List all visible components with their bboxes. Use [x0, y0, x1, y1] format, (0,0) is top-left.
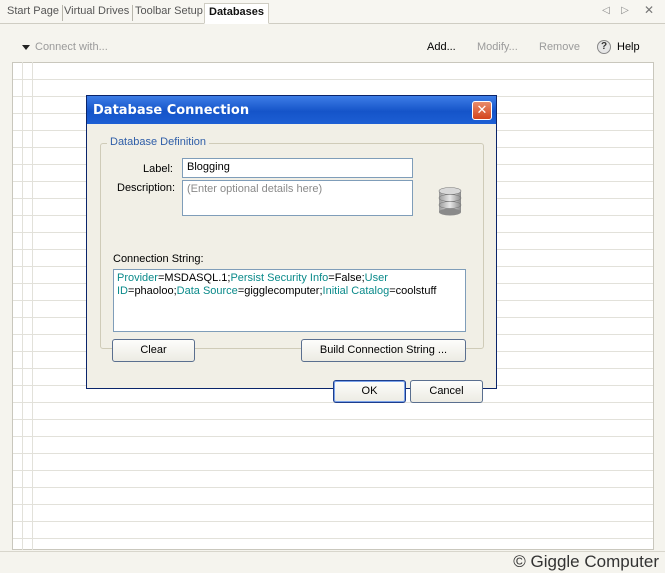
tab-prev-icon[interactable]: ◁	[600, 5, 612, 17]
dialog-close-button[interactable]: ✕	[472, 101, 492, 120]
description-input[interactable]: (Enter optional details here)	[182, 180, 413, 216]
conn-value: MSDASQL.1;	[164, 272, 231, 284]
conn-value: phaoloo;	[134, 285, 177, 297]
conn-value: coolstuff	[395, 285, 437, 297]
tab-start-page[interactable]: Start Page	[7, 5, 63, 21]
tab-virtual-drives[interactable]: Virtual Drives	[64, 5, 134, 21]
description-placeholder: (Enter optional details here)	[187, 183, 323, 195]
ok-button[interactable]: OK	[333, 380, 406, 403]
grid-column-divider	[32, 62, 33, 550]
tab-databases[interactable]: Databases	[204, 3, 270, 24]
conn-key: Initial Catalog	[322, 285, 390, 297]
help-button[interactable]: Help	[617, 41, 640, 53]
conn-value: gigglecomputer;	[244, 285, 323, 297]
tab-bar: Start Page Virtual Drives Toolbar Setup …	[0, 0, 665, 24]
database-connection-dialog: Database Connection ✕ Database Definitio…	[86, 95, 497, 403]
dialog-title: Database Connection	[93, 103, 250, 118]
clear-button[interactable]: Clear	[112, 339, 195, 362]
label-input-value: Blogging	[187, 161, 230, 173]
remove-button[interactable]: Remove	[539, 41, 580, 53]
cancel-button[interactable]: Cancel	[410, 380, 483, 403]
tab-next-icon[interactable]: ▷	[619, 5, 631, 17]
modify-button[interactable]: Modify...	[477, 41, 518, 53]
conn-key: Persist Security Info	[230, 272, 329, 284]
build-connection-string-button[interactable]: Build Connection String ...	[301, 339, 466, 362]
connect-with-button[interactable]: Connect with...	[35, 41, 108, 53]
database-icon	[438, 187, 462, 216]
connection-string-caption: Connection String:	[113, 253, 204, 265]
tab-toolbar-setup[interactable]: Toolbar Setup	[135, 5, 207, 21]
close-tab-icon[interactable]: ✕	[642, 3, 656, 17]
dialog-title-bar[interactable]: Database Connection ✕	[87, 96, 496, 124]
description-caption: Description:	[117, 182, 176, 194]
add-button[interactable]: Add...	[427, 41, 456, 53]
help-icon[interactable]: ?	[597, 40, 611, 54]
label-caption: Label:	[143, 163, 173, 175]
label-input[interactable]: Blogging	[182, 158, 413, 178]
dialog-body: Database Definition Label: Blogging Desc…	[87, 124, 496, 403]
grid-column-divider	[22, 62, 23, 550]
copyright-text: © Giggle Computer	[513, 552, 659, 571]
group-title: Database Definition	[107, 136, 210, 148]
toolbar: Connect with... Add... Modify... Remove …	[0, 25, 665, 61]
conn-value: False;	[334, 272, 365, 284]
connection-string-input[interactable]: Provider=MSDASQL.1;Persist Security Info…	[113, 269, 466, 332]
dropdown-arrow-icon[interactable]	[22, 45, 30, 50]
conn-key: Data Source	[176, 285, 238, 297]
conn-key: Provider	[117, 272, 158, 284]
